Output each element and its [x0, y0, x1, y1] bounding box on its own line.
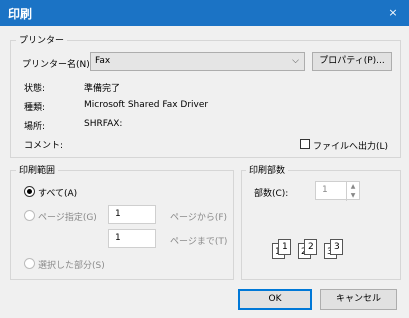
to-page-value: 1: [115, 233, 121, 243]
to-page-input[interactable]: 1: [108, 229, 156, 248]
range-pages-label[interactable]: ページ指定(G): [38, 210, 97, 223]
where-label: 場所:: [24, 122, 46, 132]
copies-count-label: 部数(C):: [254, 189, 289, 199]
spin-down-icon[interactable]: ▼: [347, 191, 359, 200]
from-page-value: 1: [115, 209, 121, 219]
comment-label: コメント:: [24, 141, 64, 151]
range-selection-label[interactable]: 選択した部分(S): [38, 258, 105, 271]
copies-spinner[interactable]: ▲ ▼: [346, 182, 359, 201]
collate-page: 3: [330, 239, 343, 255]
range-all-radio[interactable]: [24, 186, 35, 197]
cancel-button[interactable]: キャンセル: [320, 289, 397, 310]
status-value: 準備完了: [84, 84, 121, 94]
from-page-input[interactable]: 1: [108, 205, 156, 224]
type-value: Microsoft Shared Fax Driver: [84, 100, 209, 110]
collate-page: 1: [278, 239, 291, 255]
type-label: 種類:: [24, 103, 46, 113]
copies-count-value: 1: [322, 185, 328, 195]
where-value: SHRFAX:: [84, 119, 123, 129]
copies-group-label: 印刷部数: [246, 163, 289, 176]
status-label: 状態:: [24, 84, 46, 94]
dialog-title: 印刷: [8, 7, 33, 21]
print-dialog: 印刷 × プリンター プリンター名(N): Fax ⌵ プロパティ(P)... …: [0, 0, 409, 318]
print-to-file-checkbox[interactable]: [300, 139, 310, 149]
to-page-label: ページまで(T): [170, 237, 228, 247]
range-all-label[interactable]: すべて(A): [38, 186, 77, 199]
print-range-label: 印刷範囲: [16, 163, 59, 176]
collate-page: 2: [304, 239, 317, 255]
copies-count-input[interactable]: 1 ▲ ▼: [315, 181, 360, 201]
collate-icon: 1 1 2 2 3 3: [270, 238, 355, 262]
title-bar: 印刷 ×: [0, 0, 409, 26]
printer-name-value: Fax: [95, 56, 111, 66]
chevron-down-icon: ⌵: [292, 56, 299, 66]
ok-button[interactable]: OK: [238, 289, 312, 310]
printer-group-label: プリンター: [16, 33, 68, 46]
range-pages-radio[interactable]: [24, 210, 35, 221]
from-page-label: ページから(F): [170, 213, 228, 223]
range-selection-radio[interactable]: [24, 258, 35, 269]
properties-button[interactable]: プロパティ(P)...: [312, 52, 392, 71]
printer-name-label: プリンター名(N):: [22, 60, 93, 70]
printer-name-select[interactable]: Fax ⌵: [90, 52, 305, 71]
print-to-file-label[interactable]: ファイルへ出力(L): [313, 139, 388, 152]
spin-up-icon[interactable]: ▲: [347, 182, 359, 191]
close-icon[interactable]: ×: [377, 0, 409, 26]
